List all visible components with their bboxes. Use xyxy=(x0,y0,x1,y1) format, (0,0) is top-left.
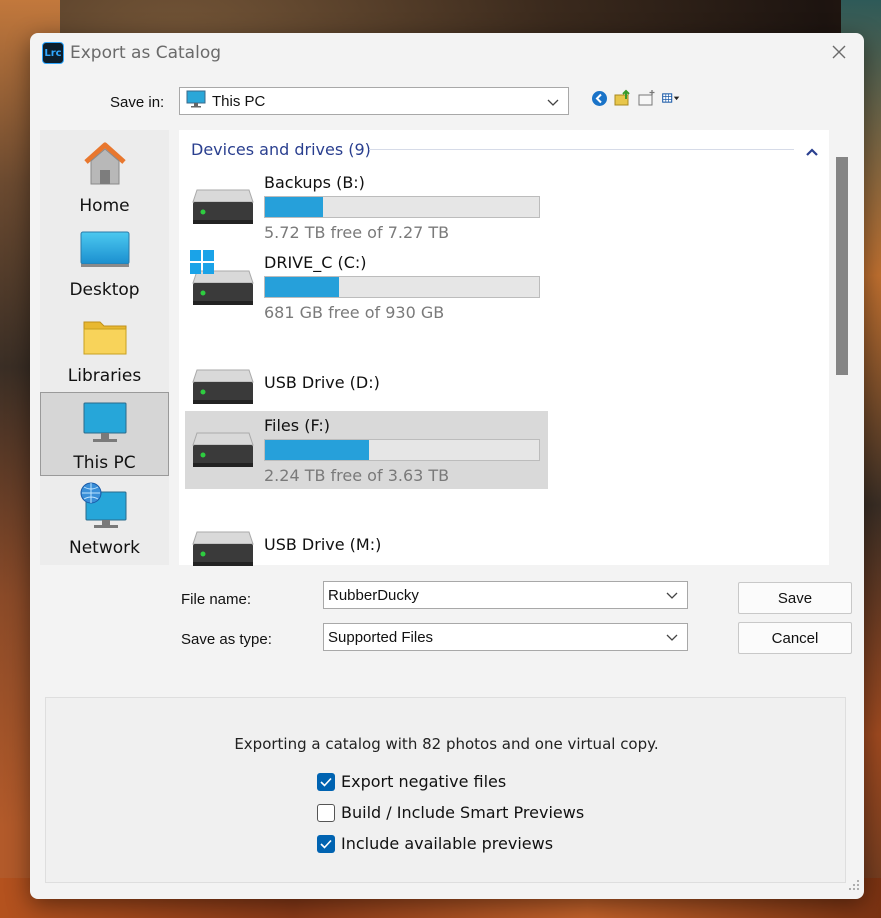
export-info-text: Exporting a catalog with 82 photos and o… xyxy=(234,735,659,753)
group-divider xyxy=(369,149,794,150)
checkbox-label: Export negative files xyxy=(341,772,507,791)
place-desktop[interactable]: Desktop xyxy=(40,222,169,306)
file-name-label: File name: xyxy=(181,591,252,608)
save-as-type-label: Save as type: xyxy=(181,631,272,648)
resize-grip-icon[interactable] xyxy=(848,876,860,895)
place-label: This PC xyxy=(73,453,136,473)
place-network[interactable]: Network xyxy=(40,480,169,564)
drive-usage-fill xyxy=(265,277,339,297)
libraries-icon xyxy=(80,314,130,362)
hard-drive-icon xyxy=(191,368,255,410)
drive-free-space: 681 GB free of 930 GB xyxy=(264,303,445,322)
drive-name: DRIVE_C (C:) xyxy=(264,253,367,272)
file-name-input[interactable]: RubberDucky xyxy=(323,581,688,609)
drive-usage-bar xyxy=(264,276,540,298)
navigation-toolbar xyxy=(590,89,680,107)
drive-free-space: 5.72 TB free of 7.27 TB xyxy=(264,223,450,242)
drive-item-backups[interactable]: Backups (B:) 5.72 TB free of 7.27 TB xyxy=(185,168,548,246)
save-as-type-dropdown[interactable]: Supported Files xyxy=(323,623,688,651)
hard-drive-icon xyxy=(191,431,255,473)
new-folder-icon[interactable] xyxy=(638,89,656,107)
up-folder-icon[interactable] xyxy=(614,89,632,107)
this-pc-icon xyxy=(80,401,130,449)
back-icon[interactable] xyxy=(590,89,608,107)
place-home[interactable]: Home xyxy=(40,136,169,220)
drive-usage-fill xyxy=(265,440,370,460)
place-label: Network xyxy=(69,538,140,558)
drive-name: Files (F:) xyxy=(264,416,331,435)
dialog-title: Export as Catalog xyxy=(70,43,222,63)
export-options-panel: Exporting a catalog with 82 photos and o… xyxy=(45,697,846,883)
drive-name: Backups (B:) xyxy=(264,173,365,192)
checkbox-unchecked[interactable] xyxy=(317,803,335,822)
place-this-pc[interactable]: This PC xyxy=(40,392,169,476)
drive-free-space: 2.24 TB free of 3.63 TB xyxy=(264,466,450,485)
chevron-up-icon[interactable] xyxy=(805,142,819,161)
place-label: Home xyxy=(79,196,130,216)
export-negative-files-option[interactable]: Export negative files xyxy=(317,772,506,791)
home-icon xyxy=(80,140,130,192)
file-list-view[interactable]: Devices and drives (9) Backups (B:) 5.72… xyxy=(179,130,829,566)
this-pc-icon xyxy=(186,90,206,112)
save-in-dropdown[interactable]: This PC xyxy=(179,87,569,115)
available-previews-option[interactable]: Include available previews xyxy=(317,834,553,853)
save-as-type-value: Supported Files xyxy=(328,628,434,646)
drive-item-drive-c[interactable]: DRIVE_C (C:) 681 GB free of 930 GB xyxy=(185,249,548,327)
drive-name: USB Drive (D:) xyxy=(264,373,380,392)
place-libraries[interactable]: Libraries xyxy=(40,308,169,392)
vertical-scrollbar-thumb[interactable] xyxy=(836,157,848,375)
places-bar: Home Desktop Libraries This PC Network xyxy=(40,130,169,565)
checkbox-label: Build / Include Smart Previews xyxy=(341,803,585,822)
save-in-label: Save in: xyxy=(110,94,165,111)
cancel-button[interactable]: Cancel xyxy=(738,622,852,654)
windows-logo-icon xyxy=(189,249,215,279)
export-catalog-dialog: Lrc Export as Catalog Save in: This PC H… xyxy=(30,33,864,899)
checkbox-label: Include available previews xyxy=(341,834,554,853)
close-icon xyxy=(831,44,847,64)
drive-usage-bar xyxy=(264,196,540,218)
checkbox-checked[interactable] xyxy=(317,834,335,853)
file-name-value: RubberDucky xyxy=(328,586,419,604)
smart-previews-option[interactable]: Build / Include Smart Previews xyxy=(317,803,584,822)
network-icon xyxy=(78,482,132,534)
lightroom-app-icon: Lrc xyxy=(42,42,64,64)
place-label: Desktop xyxy=(69,280,140,300)
drive-usage-bar xyxy=(264,439,540,461)
place-label: Libraries xyxy=(67,366,142,386)
group-header: Devices and drives (9) xyxy=(191,140,371,159)
chevron-down-icon[interactable] xyxy=(665,588,679,606)
hard-drive-icon xyxy=(191,188,255,230)
drive-name: USB Drive (M:) xyxy=(264,535,382,554)
save-button[interactable]: Save xyxy=(738,582,852,614)
chevron-down-icon xyxy=(546,94,560,113)
close-button[interactable] xyxy=(822,39,856,69)
drive-item-usb-d[interactable]: USB Drive (D:) xyxy=(185,350,548,410)
drive-usage-fill xyxy=(265,197,323,217)
checkbox-checked[interactable] xyxy=(317,772,335,791)
desktop-icon xyxy=(79,228,131,276)
drive-item-usb-m[interactable]: USB Drive (M:) xyxy=(185,512,548,572)
view-menu-icon[interactable] xyxy=(662,89,680,107)
hard-drive-icon xyxy=(191,530,255,572)
chevron-down-icon xyxy=(665,630,679,648)
save-in-value: This PC xyxy=(212,92,266,110)
drive-item-files[interactable]: Files (F:) 2.24 TB free of 3.63 TB xyxy=(185,411,548,489)
title-bar: Lrc Export as Catalog xyxy=(30,33,864,75)
